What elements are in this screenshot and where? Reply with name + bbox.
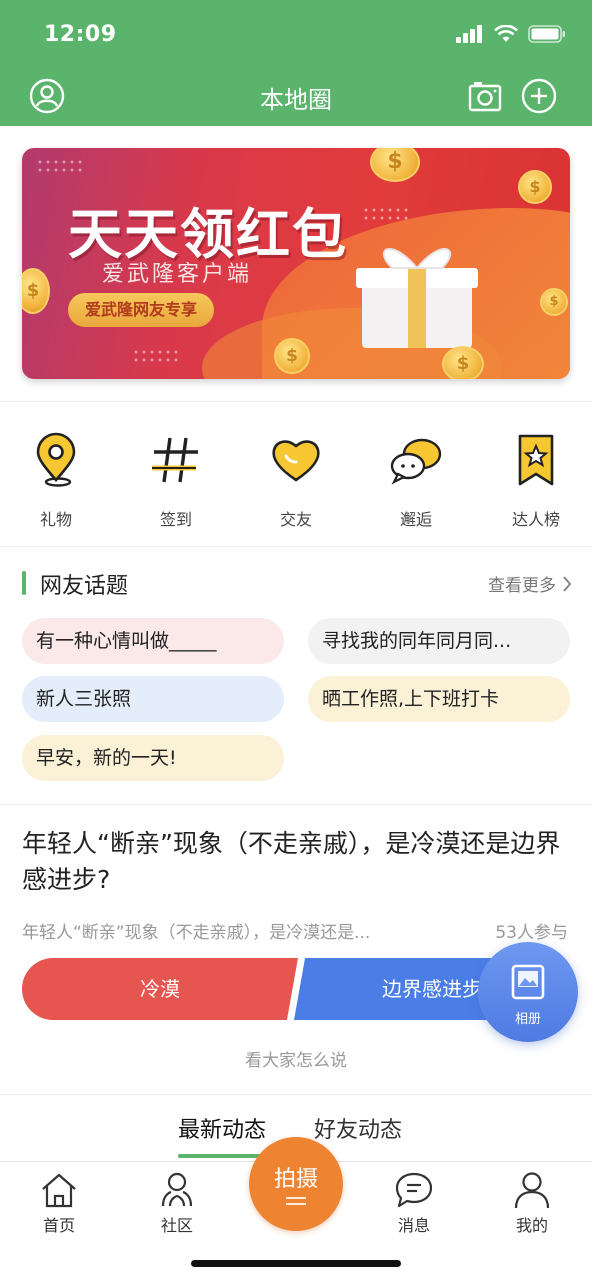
category-label: 邂逅 (399, 510, 432, 529)
category-encounter[interactable]: 邂逅 (361, 420, 471, 532)
camera-button[interactable] (466, 77, 504, 115)
topic-chip[interactable]: 新人三张照 (22, 676, 284, 722)
topic-chip[interactable]: 早安，新的一天! (22, 735, 284, 781)
person-icon (514, 1172, 550, 1209)
tab-label: 消息 (397, 1216, 430, 1235)
category-label: 礼物 (39, 510, 72, 529)
wifi-icon (494, 25, 518, 42)
top-header: 12:09 本地圈 (0, 0, 592, 126)
album-floating-button[interactable]: 相册 (478, 942, 578, 1042)
nav-bar: 本地圈 (0, 68, 592, 124)
category-row: 礼物 签到 交友 邂逅 达人榜 (0, 420, 592, 535)
coin-icon: $ (370, 148, 420, 182)
poll-description: 年轻人“断亲”现象（不走亲戚），是冷漠还是... (22, 923, 371, 943)
coin-icon: $ (540, 288, 568, 316)
promo-banner[interactable]: $ $ $ $ $ $ 天天领红包 爱武隆客户端 爱武隆网友专享 (22, 148, 570, 379)
banner-subtitle: 爱武隆客户端 (102, 262, 253, 287)
divider (0, 1094, 592, 1095)
heart-icon (272, 440, 320, 482)
vote-option-a-button[interactable]: 冷漠 (22, 958, 298, 1020)
shoot-button[interactable]: 拍摄 (249, 1137, 343, 1231)
tab-label: 我的 (515, 1216, 548, 1235)
coin-icon: $ (442, 346, 484, 379)
section-accent-bar (22, 571, 26, 595)
gift-box-icon (356, 248, 478, 348)
category-label: 签到 (159, 510, 192, 529)
status-icons (456, 25, 566, 43)
plus-circle-icon (521, 78, 557, 114)
album-label: 相册 (514, 1012, 541, 1027)
coin-icon: $ (22, 268, 50, 314)
home-indicator (191, 1260, 401, 1267)
location-pin-icon (36, 432, 76, 487)
image-icon (511, 964, 545, 1000)
topics-title: 网友话题 (40, 574, 129, 599)
home-icon (42, 1173, 76, 1208)
tab-friends[interactable]: 好友动态 (314, 1112, 402, 1144)
coin-icon: $ (274, 338, 310, 374)
banner-dots (362, 206, 410, 224)
see-more-label: 查看更多 (488, 576, 556, 596)
topics-header: 网友话题 查看更多 (0, 560, 592, 606)
category-friends[interactable]: 交友 (241, 420, 351, 532)
topic-chip[interactable]: 晒工作照,上下班打卡 (308, 676, 570, 722)
tab-label: 社区 (160, 1216, 193, 1235)
category-label: 交友 (279, 510, 312, 529)
topic-chip[interactable]: 寻找我的同年同月同... (308, 618, 570, 664)
divider (0, 546, 592, 547)
menu-lines-icon (286, 1197, 306, 1205)
coin-icon: $ (518, 170, 552, 204)
banner-pill: 爱武隆网友专享 (68, 293, 214, 327)
status-bar: 12:09 (0, 0, 592, 68)
category-gift[interactable]: 礼物 (1, 420, 111, 532)
banner-dots (132, 348, 180, 366)
status-time: 12:09 (44, 22, 117, 47)
shoot-label: 拍摄 (273, 1167, 318, 1192)
poll-participants: 53人参与 (495, 923, 568, 943)
star-bookmark-icon (518, 434, 554, 486)
divider (0, 401, 592, 402)
see-opinions-link[interactable]: 看大家怎么说 (0, 1046, 592, 1071)
category-ranking[interactable]: 达人榜 (481, 420, 591, 532)
category-label: 达人榜 (511, 510, 560, 529)
chevron-right-icon (563, 575, 572, 592)
topic-chip[interactable]: 有一种心情叫做_____ (22, 618, 284, 664)
banner-dots (36, 158, 84, 176)
divider (0, 804, 592, 805)
tab-label: 首页 (42, 1216, 75, 1235)
battery-icon (528, 25, 565, 43)
see-more-link[interactable]: 查看更多 (488, 571, 572, 596)
tab-mine[interactable]: 我的 (492, 1170, 572, 1240)
hashtag-icon (152, 437, 198, 483)
tab-home[interactable]: 首页 (19, 1170, 99, 1240)
camera-icon (468, 82, 502, 112)
tab-messages[interactable]: 消息 (374, 1170, 454, 1240)
message-icon (395, 1172, 433, 1208)
tab-latest[interactable]: 最新动态 (178, 1112, 266, 1144)
chat-bubbles-icon (390, 438, 442, 485)
tab-community[interactable]: 社区 (137, 1170, 217, 1240)
signal-icon (456, 25, 482, 43)
add-button[interactable] (520, 77, 558, 115)
category-checkin[interactable]: 签到 (121, 420, 231, 532)
poll-question[interactable]: 年轻人“断亲”现象（不走亲戚），是冷漠还是边界感进步? (22, 826, 570, 898)
community-icon (161, 1172, 193, 1207)
